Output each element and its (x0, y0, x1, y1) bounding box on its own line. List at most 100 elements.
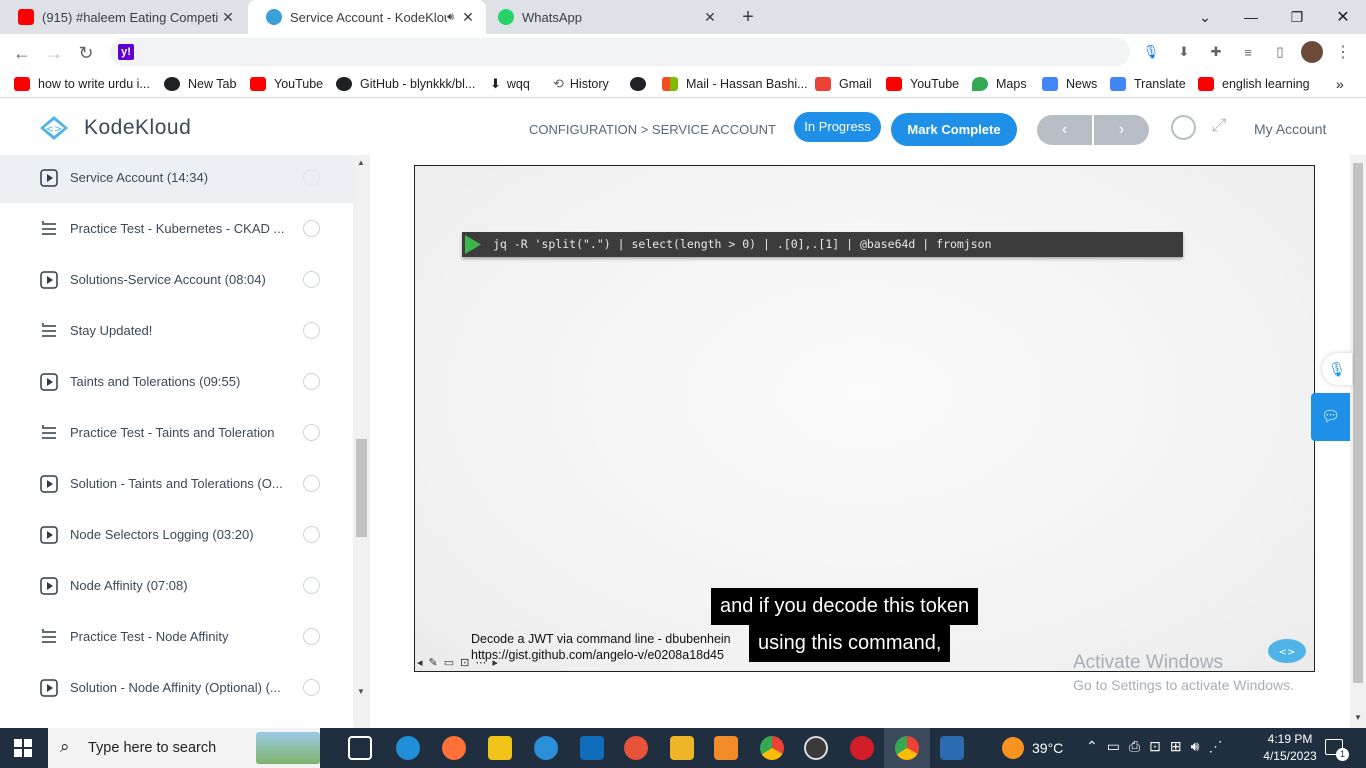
opera-icon[interactable] (850, 736, 874, 760)
bookmark-item[interactable]: Gmail (815, 75, 872, 93)
completion-circle-icon[interactable] (303, 526, 320, 543)
sidebar-lesson-item[interactable]: Node Affinity (07:08) (0, 560, 353, 611)
edge-icon[interactable] (396, 736, 420, 760)
completion-circle-icon[interactable] (303, 628, 320, 645)
file-explorer-icon[interactable] (670, 736, 694, 760)
completion-circle-icon[interactable] (303, 220, 320, 237)
sidebar-lesson-item[interactable]: Practice Test - Taints and Toleration (0, 407, 353, 458)
profile-avatar[interactable] (1301, 41, 1323, 63)
dark-mode-toggle-icon[interactable] (1171, 115, 1196, 140)
bookmark-item[interactable]: Maps (972, 75, 1027, 93)
weather-temp[interactable]: 39°C (1032, 740, 1063, 756)
minimize-button[interactable]: — (1228, 0, 1274, 34)
scrollbar-thumb[interactable] (356, 439, 367, 537)
completion-circle-icon[interactable] (303, 169, 320, 186)
completion-circle-icon[interactable] (303, 577, 320, 594)
extensions-icon[interactable]: ✚ (1206, 42, 1226, 62)
sidebar-lesson-item[interactable]: Solution - Node Affinity (Optional) (... (0, 662, 353, 713)
sidebar-lesson-item[interactable]: Stay Updated! (0, 305, 353, 356)
new-tab-button[interactable]: + (736, 6, 760, 28)
sidebar-lesson-item[interactable]: Practice Test - Kubernetes - CKAD ... (0, 203, 353, 254)
tab-kodekloud[interactable]: Service Account - KodeKloud 🔊︎ ✕ (248, 0, 486, 34)
taskbar-search-box[interactable]: ⌕ Type here to search (48, 728, 320, 768)
firefox-icon[interactable] (442, 736, 466, 760)
restore-button[interactable]: ❐ (1274, 0, 1320, 34)
mail-icon[interactable] (580, 736, 604, 760)
tab-search-icon[interactable]: ⌄ (1182, 0, 1228, 34)
address-bar[interactable]: y! (110, 38, 1130, 66)
sidebar-lesson-item[interactable]: Service Account (14:34) (0, 155, 353, 203)
page-scrollbar[interactable]: ▼ (1350, 155, 1366, 728)
active-app-highlight[interactable] (884, 728, 930, 768)
sidebar-lesson-item[interactable]: Node Selectors Logging (03:20) (0, 509, 353, 560)
completion-circle-icon[interactable] (303, 373, 320, 390)
clock-time[interactable]: 4:19 PM (1262, 732, 1318, 746)
system-tray-icons[interactable]: ⌃▭⎙⊡⊞🔊︎⋰ (1086, 738, 1231, 755)
audio-playing-icon[interactable]: 🔊︎ (447, 11, 454, 24)
forward-button[interactable]: → (40, 39, 68, 67)
completion-circle-icon[interactable] (303, 424, 320, 441)
bookmark-item[interactable]: ⟲ History (553, 75, 609, 93)
chat-icon[interactable]: 💬︎ (1311, 393, 1350, 441)
bookmark-item[interactable]: New Tab (164, 75, 236, 93)
previous-lesson-button[interactable]: ‹ (1037, 115, 1092, 145)
sidebar-scrollbar[interactable]: ▲ ▼ (353, 155, 369, 728)
app-icon[interactable] (804, 736, 828, 760)
completion-circle-icon[interactable] (303, 271, 320, 288)
sidebar-lesson-item[interactable]: Taints and Tolerations (09:55) (0, 356, 353, 407)
clock-date[interactable]: 4/15/2023 (1256, 749, 1324, 763)
voice-assistant-icon[interactable]: 🎙︎ (1322, 353, 1352, 385)
completion-circle-icon[interactable] (303, 475, 320, 492)
bookmarks-overflow-icon[interactable]: » (1336, 75, 1344, 93)
app-icon[interactable] (534, 736, 558, 760)
bookmark-item[interactable]: YouTube (250, 75, 323, 93)
bookmark-item[interactable]: YouTube (886, 75, 959, 93)
sidebar-lesson-item[interactable]: Solution - Taints and Tolerations (O... (0, 458, 353, 509)
chrome-icon[interactable] (760, 736, 784, 760)
media-control-icon[interactable]: ≡ (1238, 42, 1258, 62)
page-scrollbar-thumb[interactable] (1353, 163, 1363, 683)
fullscreen-icon[interactable]: ⤢ (1212, 115, 1226, 136)
microphone-icon[interactable]: 🎙︎ (1141, 42, 1161, 62)
side-panel-icon[interactable]: ▯ (1270, 42, 1290, 62)
completion-circle-icon[interactable] (303, 322, 320, 339)
my-account-link[interactable]: My Account (1254, 121, 1326, 137)
scroll-up-icon[interactable]: ▲ (357, 158, 365, 167)
bookmark-item[interactable] (630, 75, 646, 93)
kodekloud-logo-icon[interactable]: <> (34, 114, 74, 142)
kodekloud-logo-text[interactable]: KodeKloud (84, 116, 191, 140)
reload-button[interactable]: ↻ (72, 39, 100, 67)
windows-start-icon[interactable] (14, 739, 32, 757)
tab-youtube[interactable]: (915) #haleem Eating Competitio ✕ (0, 0, 246, 34)
scroll-down-icon[interactable]: ▼ (357, 687, 365, 696)
bookmark-item[interactable]: News (1042, 75, 1097, 93)
close-tab-icon[interactable]: ✕ (458, 9, 478, 26)
tab-whatsapp[interactable]: WhatsApp ✕ (488, 0, 728, 34)
scroll-down-icon[interactable]: ▼ (1354, 713, 1362, 722)
photos-icon[interactable] (940, 736, 964, 760)
slide-toolbar-icons[interactable]: ◂✎▭⊡⋯▸ (417, 656, 504, 669)
bookmark-item[interactable]: ⬇ wqq (490, 75, 530, 93)
reference-url[interactable]: https://gist.github.com/angelo-v/e0208a1… (471, 648, 724, 662)
video-player[interactable]: jq -R 'split(".") | select(length > 0) |… (414, 165, 1315, 672)
app-icon[interactable] (624, 736, 648, 760)
back-button[interactable]: ← (8, 39, 36, 67)
settings-app-icon[interactable] (714, 736, 738, 760)
close-window-button[interactable]: ✕ (1320, 0, 1366, 34)
completion-circle-icon[interactable] (303, 679, 320, 696)
task-view-icon[interactable] (348, 736, 372, 760)
in-progress-badge[interactable]: In Progress (794, 112, 881, 142)
next-lesson-button[interactable]: › (1094, 115, 1149, 145)
weather-icon[interactable] (1002, 737, 1024, 759)
mark-complete-button[interactable]: Mark Complete (891, 113, 1017, 146)
close-tab-icon[interactable]: ✕ (700, 9, 720, 26)
store-icon[interactable] (488, 736, 512, 760)
bookmark-item[interactable]: how to write urdu i... (14, 75, 150, 93)
bookmark-item[interactable]: english learning (1198, 75, 1310, 93)
download-extension-icon[interactable]: ⬇ (1174, 42, 1194, 62)
bookmark-item[interactable]: GitHub - blynkkk/bl... (336, 75, 475, 93)
sidebar-lesson-item[interactable]: Solutions-Service Account (08:04) (0, 254, 353, 305)
close-tab-icon[interactable]: ✕ (218, 9, 238, 26)
menu-kebab-icon[interactable]: ⋮ (1333, 42, 1353, 62)
bookmark-item[interactable]: Translate (1110, 75, 1186, 93)
